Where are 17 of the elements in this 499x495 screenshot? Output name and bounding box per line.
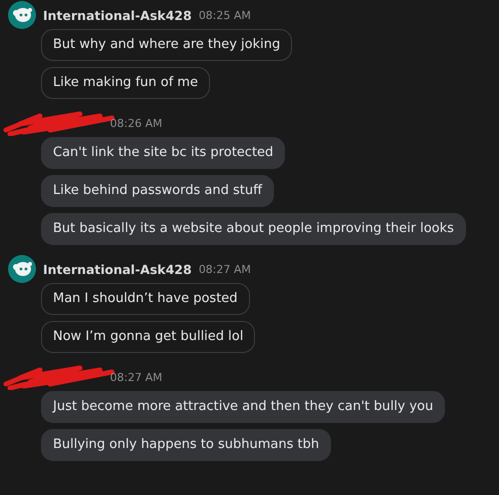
username[interactable]: International-Ask428 bbox=[43, 8, 192, 22]
username[interactable]: International-Ask428 bbox=[43, 262, 192, 276]
message-bubble: Like making fun of me bbox=[41, 67, 210, 99]
avatar-icon bbox=[8, 1, 36, 29]
avatar-icon bbox=[8, 255, 36, 283]
message-bubble: Just become more attractive and then they can't bully you bbox=[41, 391, 446, 423]
timestamp: 08:27 AM bbox=[198, 262, 251, 276]
timestamp: 08:26 AM bbox=[110, 116, 162, 130]
message-bubble: But basically its a website about people improving their looks bbox=[41, 213, 466, 245]
timestamp: 08:25 AM bbox=[198, 8, 251, 22]
timestamp: 08:27 AM bbox=[110, 370, 162, 384]
message-bubble: Bullying only happens to subhumans tbh bbox=[41, 429, 332, 461]
message-bubble: Now I’m gonna get bullied lol bbox=[41, 321, 256, 353]
message-bubble: Man I shouldn’t have posted bbox=[41, 283, 250, 315]
message-bubble: Like behind passwords and stuff bbox=[41, 175, 274, 207]
message-bubble: Can't link the site bc its protected bbox=[41, 137, 286, 169]
message-bubble: But why and where are they joking bbox=[41, 29, 292, 61]
